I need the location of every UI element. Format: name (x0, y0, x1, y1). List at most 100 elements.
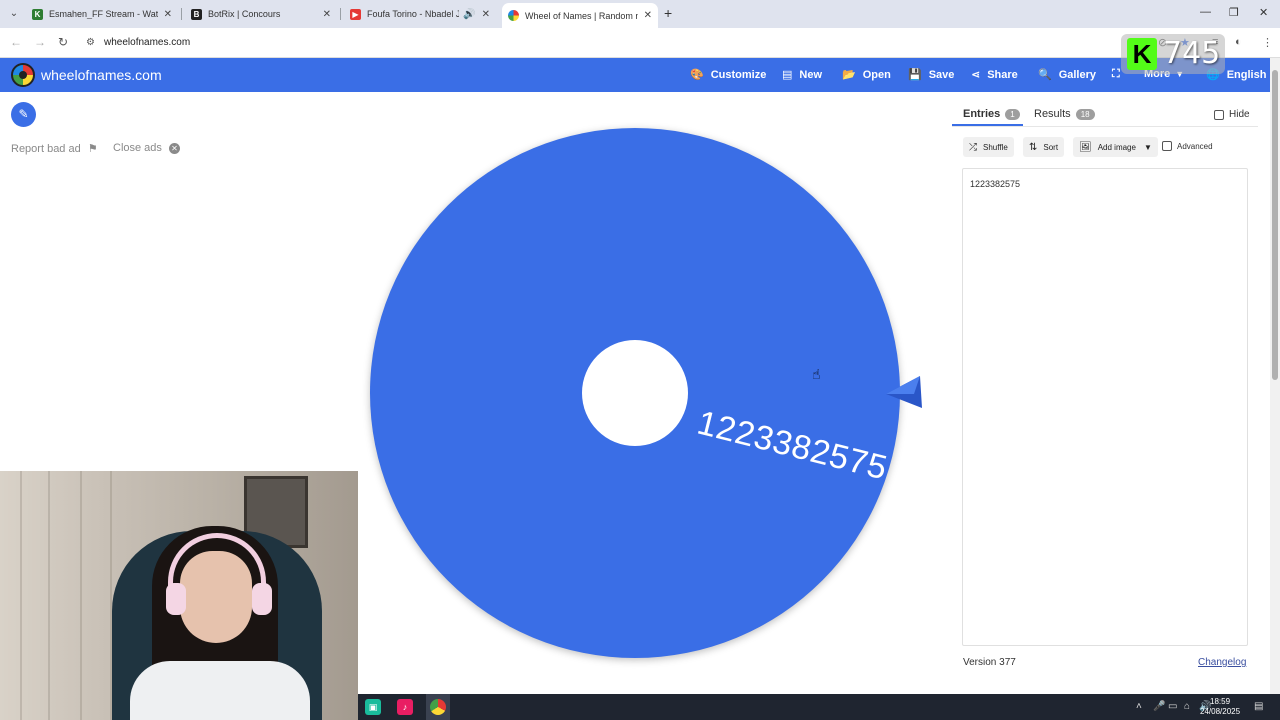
tab-entries[interactable]: Entries 1 (963, 108, 1020, 120)
checkbox-icon (1214, 109, 1224, 120)
close-ads-label: Close ads (113, 142, 162, 154)
entries-count-badge: 1 (1005, 108, 1020, 120)
close-ads-link[interactable]: Close ads ✕ (113, 142, 180, 154)
restore-window-icon[interactable]: ❐ (1229, 6, 1239, 19)
new-button[interactable]: ▤ New (782, 68, 823, 82)
tray-expand-chevron-icon[interactable]: ˄ (1136, 701, 1142, 712)
hand-cursor-icon: ☝ (812, 366, 821, 382)
browser-tab-esmahen[interactable]: K Esmahen_FF Stream - Watch Li ✕ (26, 3, 178, 25)
search-icon: 🔍 (1038, 69, 1052, 81)
youtube-favicon-icon: ▶ (350, 8, 361, 20)
customize-button[interactable]: 🎨 Customize (690, 68, 767, 82)
url-field[interactable]: wheelofnames.com (104, 37, 190, 48)
tiktok-icon[interactable]: ♪ (397, 699, 413, 715)
version-label: Version 377 (963, 657, 1016, 668)
save-button[interactable]: 💾 Save (908, 68, 955, 82)
notification-icon[interactable]: ▤ (1254, 701, 1263, 712)
sort-button[interactable]: ⇅ Sort (1023, 137, 1065, 157)
close-window-icon[interactable]: ✕ (1259, 6, 1268, 19)
gallery-label: Gallery (1058, 68, 1097, 81)
app-header: wheelofnames.com 🎨 Customize ▤ New 📂 Ope… (0, 58, 1270, 92)
streamer-shirt (130, 661, 310, 720)
add-image-button[interactable]: 🖼 Add image ▼ (1073, 137, 1158, 157)
gallery-button[interactable]: 🔍 Gallery (1038, 68, 1097, 82)
close-tab-icon[interactable]: ✕ (323, 9, 331, 20)
taskbar-app-icon[interactable]: ▣ (365, 699, 381, 715)
new-tab-plus-icon[interactable]: + (664, 5, 672, 21)
browser-tab-wheelofnames[interactable]: Wheel of Names | Random nan ✕ (502, 3, 658, 28)
advanced-checkbox[interactable]: Advanced (1162, 141, 1213, 151)
flag-icon: ⚑ (87, 143, 98, 155)
report-bad-ad-link[interactable]: Report bad ad ⚑ (11, 142, 98, 155)
site-settings-icon[interactable]: ⚙ (86, 37, 95, 48)
headset-earcup-right (252, 583, 272, 615)
kick-follower-overlay: K 745 (1121, 34, 1225, 74)
kick-logo-icon: K (1127, 38, 1157, 70)
hide-checkbox[interactable]: Hide (1214, 109, 1250, 120)
tab-divider (952, 126, 1258, 127)
wheel-pointer-arrow-icon (886, 376, 922, 408)
browser-menu-dots-icon[interactable]: ⋮ (1262, 36, 1273, 49)
browser-tab-bar: ⌄ K Esmahen_FF Stream - Watch Li ✕ B Bot… (0, 0, 1280, 28)
reload-icon[interactable]: ↻ (58, 35, 68, 49)
close-tab-icon[interactable]: ✕ (644, 10, 652, 21)
language-label: English (1226, 68, 1267, 81)
tab-separator (340, 8, 341, 20)
folder-open-icon: 📂 (842, 69, 856, 81)
tab-search-chevron-icon[interactable]: ⌄ (6, 6, 22, 22)
results-tab-label: Results (1034, 108, 1071, 120)
network-icon[interactable]: ⌂ (1184, 701, 1190, 712)
share-icon: ⋖ (971, 69, 981, 81)
open-label: Open (862, 68, 891, 81)
profile-avatar-icon[interactable]: ◐ (1235, 36, 1242, 48)
changelog-link[interactable]: Changelog (1198, 657, 1246, 668)
share-button[interactable]: ⋖ Share (971, 68, 1018, 82)
fullscreen-icon: ⛶ (1112, 68, 1120, 80)
wheel[interactable]: 1223382575 (370, 128, 900, 658)
save-label: Save (928, 68, 955, 81)
clock-date: 24/08/2025 (1200, 707, 1241, 716)
tab-title: Esmahen_FF Stream - Watch Li (49, 9, 158, 19)
pencil-icon: ✎ (18, 107, 29, 121)
tab-results[interactable]: Results 18 (1034, 108, 1095, 120)
minimize-window-icon[interactable]: — (1200, 6, 1211, 18)
shuffle-icon: ⤮ (969, 141, 977, 153)
kick-favicon-icon: K (32, 8, 43, 20)
close-circle-icon: ✕ (168, 143, 180, 154)
close-tab-icon[interactable]: ✕ (482, 9, 490, 20)
display-icon[interactable]: ▭ (1168, 701, 1177, 712)
curtain-fold (20, 471, 22, 720)
new-label: New (799, 68, 823, 81)
tab-separator (181, 8, 182, 20)
forward-arrow-icon[interactable]: → (34, 35, 46, 49)
edit-pencil-button[interactable]: ✎ (11, 102, 36, 127)
chevron-down-icon: ▼ (1143, 142, 1152, 152)
report-bad-ad-label: Report bad ad (11, 143, 81, 155)
new-file-icon: ▤ (782, 69, 793, 81)
share-label: Share (987, 68, 1018, 81)
microphone-icon[interactable]: 🎤 (1153, 701, 1165, 712)
kick-count: 745 (1163, 36, 1221, 71)
back-arrow-icon[interactable]: ← (10, 35, 22, 49)
taskbar-clock[interactable]: 18:59 24/08/2025 (1200, 697, 1240, 717)
browser-tab-botrix[interactable]: B BotRix | Concours ✕ (185, 3, 337, 25)
sort-label: Sort (1043, 142, 1059, 152)
chrome-icon[interactable] (430, 699, 446, 715)
wheel-center-hub[interactable] (582, 340, 688, 446)
page-scrollbar[interactable] (1270, 58, 1280, 694)
scrollbar-thumb[interactable] (1272, 70, 1278, 380)
shuffle-button[interactable]: ⤮ Shuffle (963, 137, 1014, 157)
curtain-fold (80, 471, 82, 720)
site-name[interactable]: wheelofnames.com (41, 67, 162, 83)
browser-tab-youtube[interactable]: ▶ Foufa Torino - Nbadel Jorra 🔊 ✕ (344, 3, 496, 25)
sort-icon: ⇅ (1029, 141, 1038, 153)
shuffle-label: Shuffle (983, 142, 1008, 152)
wheel-logo-icon[interactable] (11, 63, 35, 87)
customize-label: Customize (710, 68, 767, 81)
add-image-label: Add image (1097, 142, 1136, 152)
headset-earcup-left (166, 583, 186, 615)
open-button[interactable]: 📂 Open (842, 68, 891, 82)
close-tab-icon[interactable]: ✕ (164, 9, 172, 20)
audio-playing-icon[interactable]: 🔊 (463, 9, 475, 20)
entries-textarea[interactable]: 1223382575 (962, 168, 1248, 646)
